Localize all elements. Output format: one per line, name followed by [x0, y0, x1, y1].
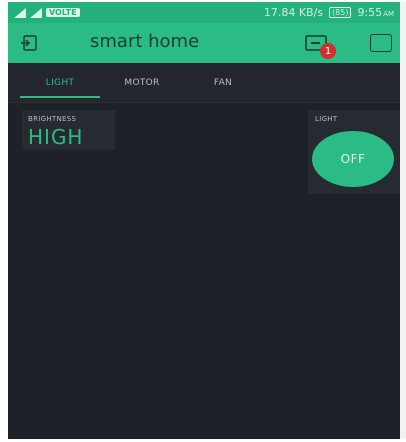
network-speed: 17.84 KB/s [263, 6, 324, 19]
light-widget: LIGHT OFF [308, 110, 400, 194]
clock-time: 9:55 [357, 6, 383, 19]
brightness-value: HIGH [28, 125, 84, 149]
exit-icon[interactable] [20, 34, 38, 52]
brightness-label: BRIGHTNESS [28, 115, 77, 123]
tab-motor[interactable]: MOTOR [112, 63, 172, 103]
battery-icon: (85) [329, 7, 352, 18]
page-edge [400, 2, 406, 439]
light-label: LIGHT [315, 115, 338, 123]
status-left: VOLTE [14, 7, 80, 18]
page-title: smart home [90, 31, 200, 52]
volte-badge: VOLTE [46, 8, 80, 17]
brightness-widget: BRIGHTNESS HIGH [22, 110, 115, 150]
light-toggle-button[interactable]: OFF [312, 131, 394, 187]
status-right: 17.84 KB/s (85) 9:55AM [264, 6, 394, 19]
status-bar: VOLTE 17.84 KB/s (85) 9:55AM [8, 2, 400, 23]
tab-bar: LIGHT MOTOR FAN [8, 63, 400, 103]
tab-fan[interactable]: FAN [198, 63, 248, 103]
app-bar: smart home 1 [8, 23, 400, 63]
phone-screen: VOLTE 17.84 KB/s (85) 9:55AM smart home … [8, 2, 400, 439]
clock: 9:55AM [357, 6, 394, 19]
clock-ampm: AM [383, 10, 394, 18]
signal-icon [14, 7, 26, 18]
notification-badge: 1 [320, 43, 336, 59]
active-tab-indicator [20, 96, 100, 98]
fullscreen-icon[interactable] [370, 34, 392, 52]
signal-icon-2 [30, 7, 42, 18]
